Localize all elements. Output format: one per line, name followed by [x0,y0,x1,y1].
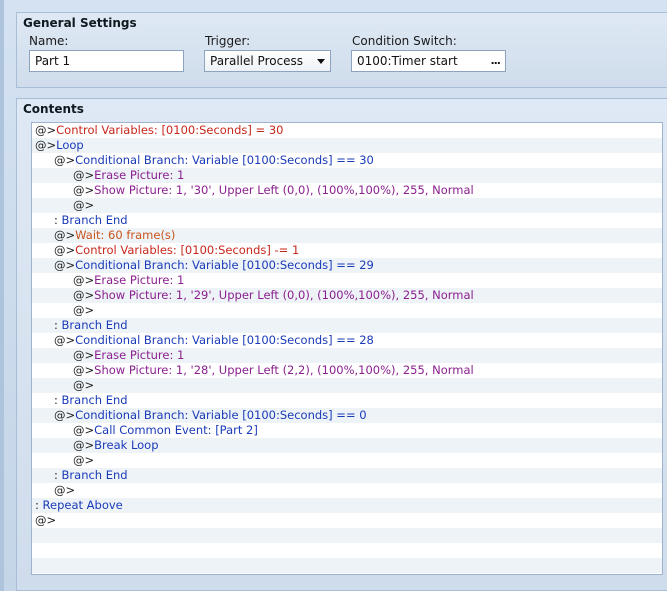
command-prefix: @> [54,153,76,167]
command-prefix: @> [73,348,95,362]
command-text: Conditional Branch: Variable [0100:Secon… [75,408,367,422]
command-text: Wait: 60 frame(s) [75,228,176,242]
event-command-row[interactable]: @> [32,378,662,393]
command-text: Erase Picture: 1 [94,348,185,362]
command-text: Control Variables: [0100:Seconds] -= 1 [75,243,300,257]
event-command-row[interactable]: @>Control Variables: [0100:Seconds] -= 1 [32,243,662,258]
event-command-row[interactable]: @>Loop [32,138,662,153]
event-command-row[interactable]: @>Conditional Branch: Variable [0100:Sec… [32,408,662,423]
command-text: Show Picture: 1, '28', Upper Left (2,2),… [94,363,474,377]
command-text: Conditional Branch: Variable [0100:Secon… [75,333,374,347]
event-command-row[interactable]: @>Control Variables: [0100:Seconds] = 30 [32,123,662,138]
command-text: Loop [56,138,84,152]
command-prefix: @> [54,243,76,257]
command-prefix: @> [73,438,95,452]
command-prefix: : [54,213,62,227]
command-text: Branch End [61,468,128,482]
command-prefix: @> [73,453,95,467]
command-text: Control Variables: [0100:Seconds] = 30 [56,123,284,137]
condition-switch-field[interactable]: 0100:Timer start ... [351,50,506,72]
event-command-row[interactable]: @> [32,513,662,528]
event-command-row[interactable]: @> [32,483,662,498]
command-text: Call Common Event: [Part 2] [94,423,258,437]
command-text: Repeat Above [42,498,123,512]
command-prefix: @> [54,333,76,347]
event-command-row[interactable]: : Branch End [32,213,662,228]
command-prefix: @> [54,258,76,272]
event-command-row[interactable]: @>Erase Picture: 1 [32,273,662,288]
event-command-row[interactable] [32,543,662,558]
event-command-row[interactable]: @>Break Loop [32,438,662,453]
command-prefix: @> [54,228,76,242]
condition-switch-label: Condition Switch: [352,34,457,48]
name-input[interactable]: Part 1 [29,50,184,72]
event-command-row[interactable]: : Repeat Above [32,498,662,513]
event-command-row[interactable]: @> [32,198,662,213]
name-label: Name: [29,34,69,48]
command-prefix: @> [73,378,95,392]
event-command-row[interactable]: @>Conditional Branch: Variable [0100:Sec… [32,333,662,348]
event-command-row[interactable]: : Branch End [32,393,662,408]
event-command-row[interactable]: @>Conditional Branch: Variable [0100:Sec… [32,258,662,273]
command-prefix: @> [35,123,57,137]
event-editor: General Settings Name: Part 1 Trigger: P… [0,0,667,591]
command-text: Erase Picture: 1 [94,273,185,287]
general-settings-title: General Settings [23,16,137,30]
trigger-select[interactable]: Parallel Process [204,50,331,72]
command-prefix: @> [73,363,95,377]
command-prefix: @> [73,273,95,287]
condition-switch-value: 0100:Timer start [357,54,458,68]
command-text: Branch End [61,318,128,332]
command-prefix: : [54,318,62,332]
event-command-row[interactable]: @>Show Picture: 1, '30', Upper Left (0,0… [32,183,662,198]
trigger-select-value: Parallel Process [210,54,304,68]
command-prefix: @> [73,423,95,437]
command-prefix: @> [73,198,95,212]
trigger-label: Trigger: [205,34,251,48]
contents-title: Contents [23,102,84,116]
event-command-row[interactable]: : Branch End [32,318,662,333]
event-command-row[interactable]: @>Wait: 60 frame(s) [32,228,662,243]
event-command-row[interactable]: @>Conditional Branch: Variable [0100:Sec… [32,153,662,168]
command-text: Break Loop [94,438,159,452]
command-text: Branch End [61,393,128,407]
command-prefix: @> [73,168,95,182]
command-prefix: : [35,498,43,512]
command-text: Show Picture: 1, '29', Upper Left (0,0),… [94,288,474,302]
command-prefix: @> [73,303,95,317]
event-command-row[interactable]: : Branch End [32,468,662,483]
command-prefix: @> [73,288,95,302]
command-text: Erase Picture: 1 [94,168,185,182]
event-command-row[interactable]: @>Show Picture: 1, '28', Upper Left (2,2… [32,363,662,378]
command-text: Show Picture: 1, '30', Upper Left (0,0),… [94,183,474,197]
command-prefix: : [54,468,62,482]
event-command-row[interactable]: @>Erase Picture: 1 [32,348,662,363]
event-command-row[interactable]: @> [32,303,662,318]
condition-switch-browse-button[interactable]: ... [490,54,501,67]
event-command-row[interactable]: @> [32,453,662,468]
command-text: Conditional Branch: Variable [0100:Secon… [75,153,374,167]
event-command-list[interactable]: @>Control Variables: [0100:Seconds] = 30… [31,122,663,575]
command-prefix: @> [35,513,57,527]
command-text: Conditional Branch: Variable [0100:Secon… [75,258,374,272]
event-command-row[interactable]: @>Erase Picture: 1 [32,168,662,183]
event-command-row[interactable]: @>Show Picture: 1, '29', Upper Left (0,0… [32,288,662,303]
command-prefix: @> [54,483,76,497]
chevron-down-icon [317,59,325,64]
command-text: Branch End [61,213,128,227]
contents-panel: Contents @>Control Variables: [0100:Seco… [16,98,667,591]
command-prefix: @> [73,183,95,197]
command-prefix: @> [35,138,57,152]
general-settings-panel: General Settings Name: Part 1 Trigger: P… [16,12,667,88]
command-prefix: @> [54,408,76,422]
event-command-row[interactable]: @>Call Common Event: [Part 2] [32,423,662,438]
event-command-row[interactable] [32,528,662,543]
command-prefix: : [54,393,62,407]
event-command-row[interactable] [32,558,662,573]
